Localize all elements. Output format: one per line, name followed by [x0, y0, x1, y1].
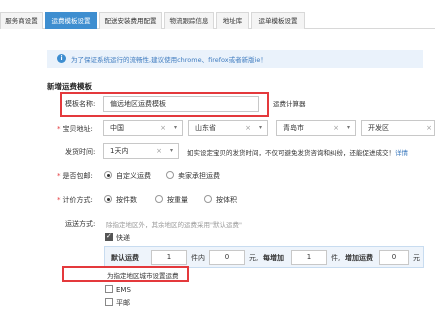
each-add-label: 每增加 [263, 254, 284, 262]
template-name-input[interactable]: 偏远地区运费模板 [103, 96, 259, 112]
express-checkbox[interactable]: 快递 [105, 232, 130, 243]
first-unit-label: 件内 [191, 254, 205, 262]
ems-checkbox[interactable]: EMS [105, 285, 131, 294]
province-select[interactable]: 山东省 × ▾ [188, 120, 268, 136]
yuan-label: 元, [249, 254, 259, 262]
region-fee-link[interactable]: 为指定地区城市设置运费 [107, 270, 179, 280]
post-checkbox[interactable]: 平邮 [105, 298, 130, 308]
info-icon: i [57, 54, 66, 63]
default-fee-row: 默认运费 1 件内 0 元, 每增加 1 件, 增加运费 0 元 [104, 246, 424, 268]
chevron-down-icon: ▾ [258, 124, 262, 131]
add-fee-label: 增加运费 [345, 254, 373, 262]
clear-icon[interactable]: × [333, 121, 339, 135]
ship-time-label: 发货时间: [65, 148, 96, 156]
add-fee-input[interactable]: 0 [379, 250, 409, 265]
ship-time-select[interactable]: 1天内 × ▾ [103, 143, 179, 159]
clear-icon[interactable]: × [160, 121, 166, 135]
page-title: 新增运费模板 [47, 82, 92, 91]
ship-time-detail-link[interactable]: 详情 [395, 149, 408, 157]
free-shipping-label: * 是否包邮: [57, 172, 93, 180]
chevron-down-icon: ▾ [169, 147, 173, 154]
chevron-down-icon: ▾ [173, 124, 177, 131]
browser-notice: i 为了保证系统运行的流畅性,建议使用chrome、firefox或者新版ie！ [47, 50, 423, 68]
tab-address-book[interactable]: 地址库 [216, 12, 249, 29]
yuan-label-2: 元 [413, 254, 420, 262]
by-weight-radio[interactable]: 按重量 [155, 195, 188, 205]
first-qty-input[interactable]: 1 [151, 250, 187, 265]
custom-freight-radio[interactable]: 自定义运费 [104, 171, 151, 181]
first-fee-input[interactable]: 0 [209, 250, 245, 265]
pricing-label: * 计价方式: [57, 196, 93, 204]
city-select[interactable]: 青岛市 × ▾ [276, 120, 356, 136]
default-fee-label: 默认运费 [111, 254, 139, 262]
seller-pays-radio[interactable]: 卖家承担运费 [166, 171, 220, 181]
template-name-label: 模板名称: [65, 100, 96, 108]
tab-waybill-template[interactable]: 运单模板设置 [251, 12, 305, 29]
tab-logistics-tracking[interactable]: 物流跟踪信息 [164, 12, 214, 29]
by-volume-radio[interactable]: 按体积 [204, 195, 237, 205]
tab-bar: 服务商设置 运费模板设置 配送安装费用配置 物流跟踪信息 地址库 运单模板设置 [0, 12, 435, 29]
address-label: * 宝贝地址: [57, 125, 93, 133]
shipping-method-label: 运送方式: [65, 220, 96, 228]
notice-text: 为了保证系统运行的流畅性,建议使用chrome、firefox或者新版ie！ [71, 56, 267, 64]
chevron-down-icon: ▾ [346, 124, 350, 131]
clear-icon[interactable]: × [426, 121, 432, 135]
tab-freight-template[interactable]: 运费模板设置 [45, 12, 97, 29]
tab-service-provider[interactable]: 服务商设置 [0, 12, 43, 29]
clear-icon[interactable]: × [156, 144, 162, 158]
freight-calculator-link[interactable]: 运费计算器 [273, 98, 306, 108]
add-qty-input[interactable]: 1 [291, 250, 327, 265]
shipping-hint: 除指定地区外，其余地区的运费采用"默认运费" [106, 221, 242, 229]
add-unit-label: 件, [331, 254, 341, 262]
country-select[interactable]: 中国 × ▾ [103, 120, 183, 136]
ship-time-hint: 如实设定宝贝的发货时间，不仅可避免发货咨询和纠纷，还能促进成交！详情 [187, 149, 408, 157]
by-count-radio[interactable]: 按件数 [104, 195, 137, 205]
tab-delivery-install-fee[interactable]: 配送安装费用配置 [99, 12, 162, 29]
district-select[interactable]: 开发区 × [361, 120, 435, 136]
clear-icon[interactable]: × [245, 121, 251, 135]
